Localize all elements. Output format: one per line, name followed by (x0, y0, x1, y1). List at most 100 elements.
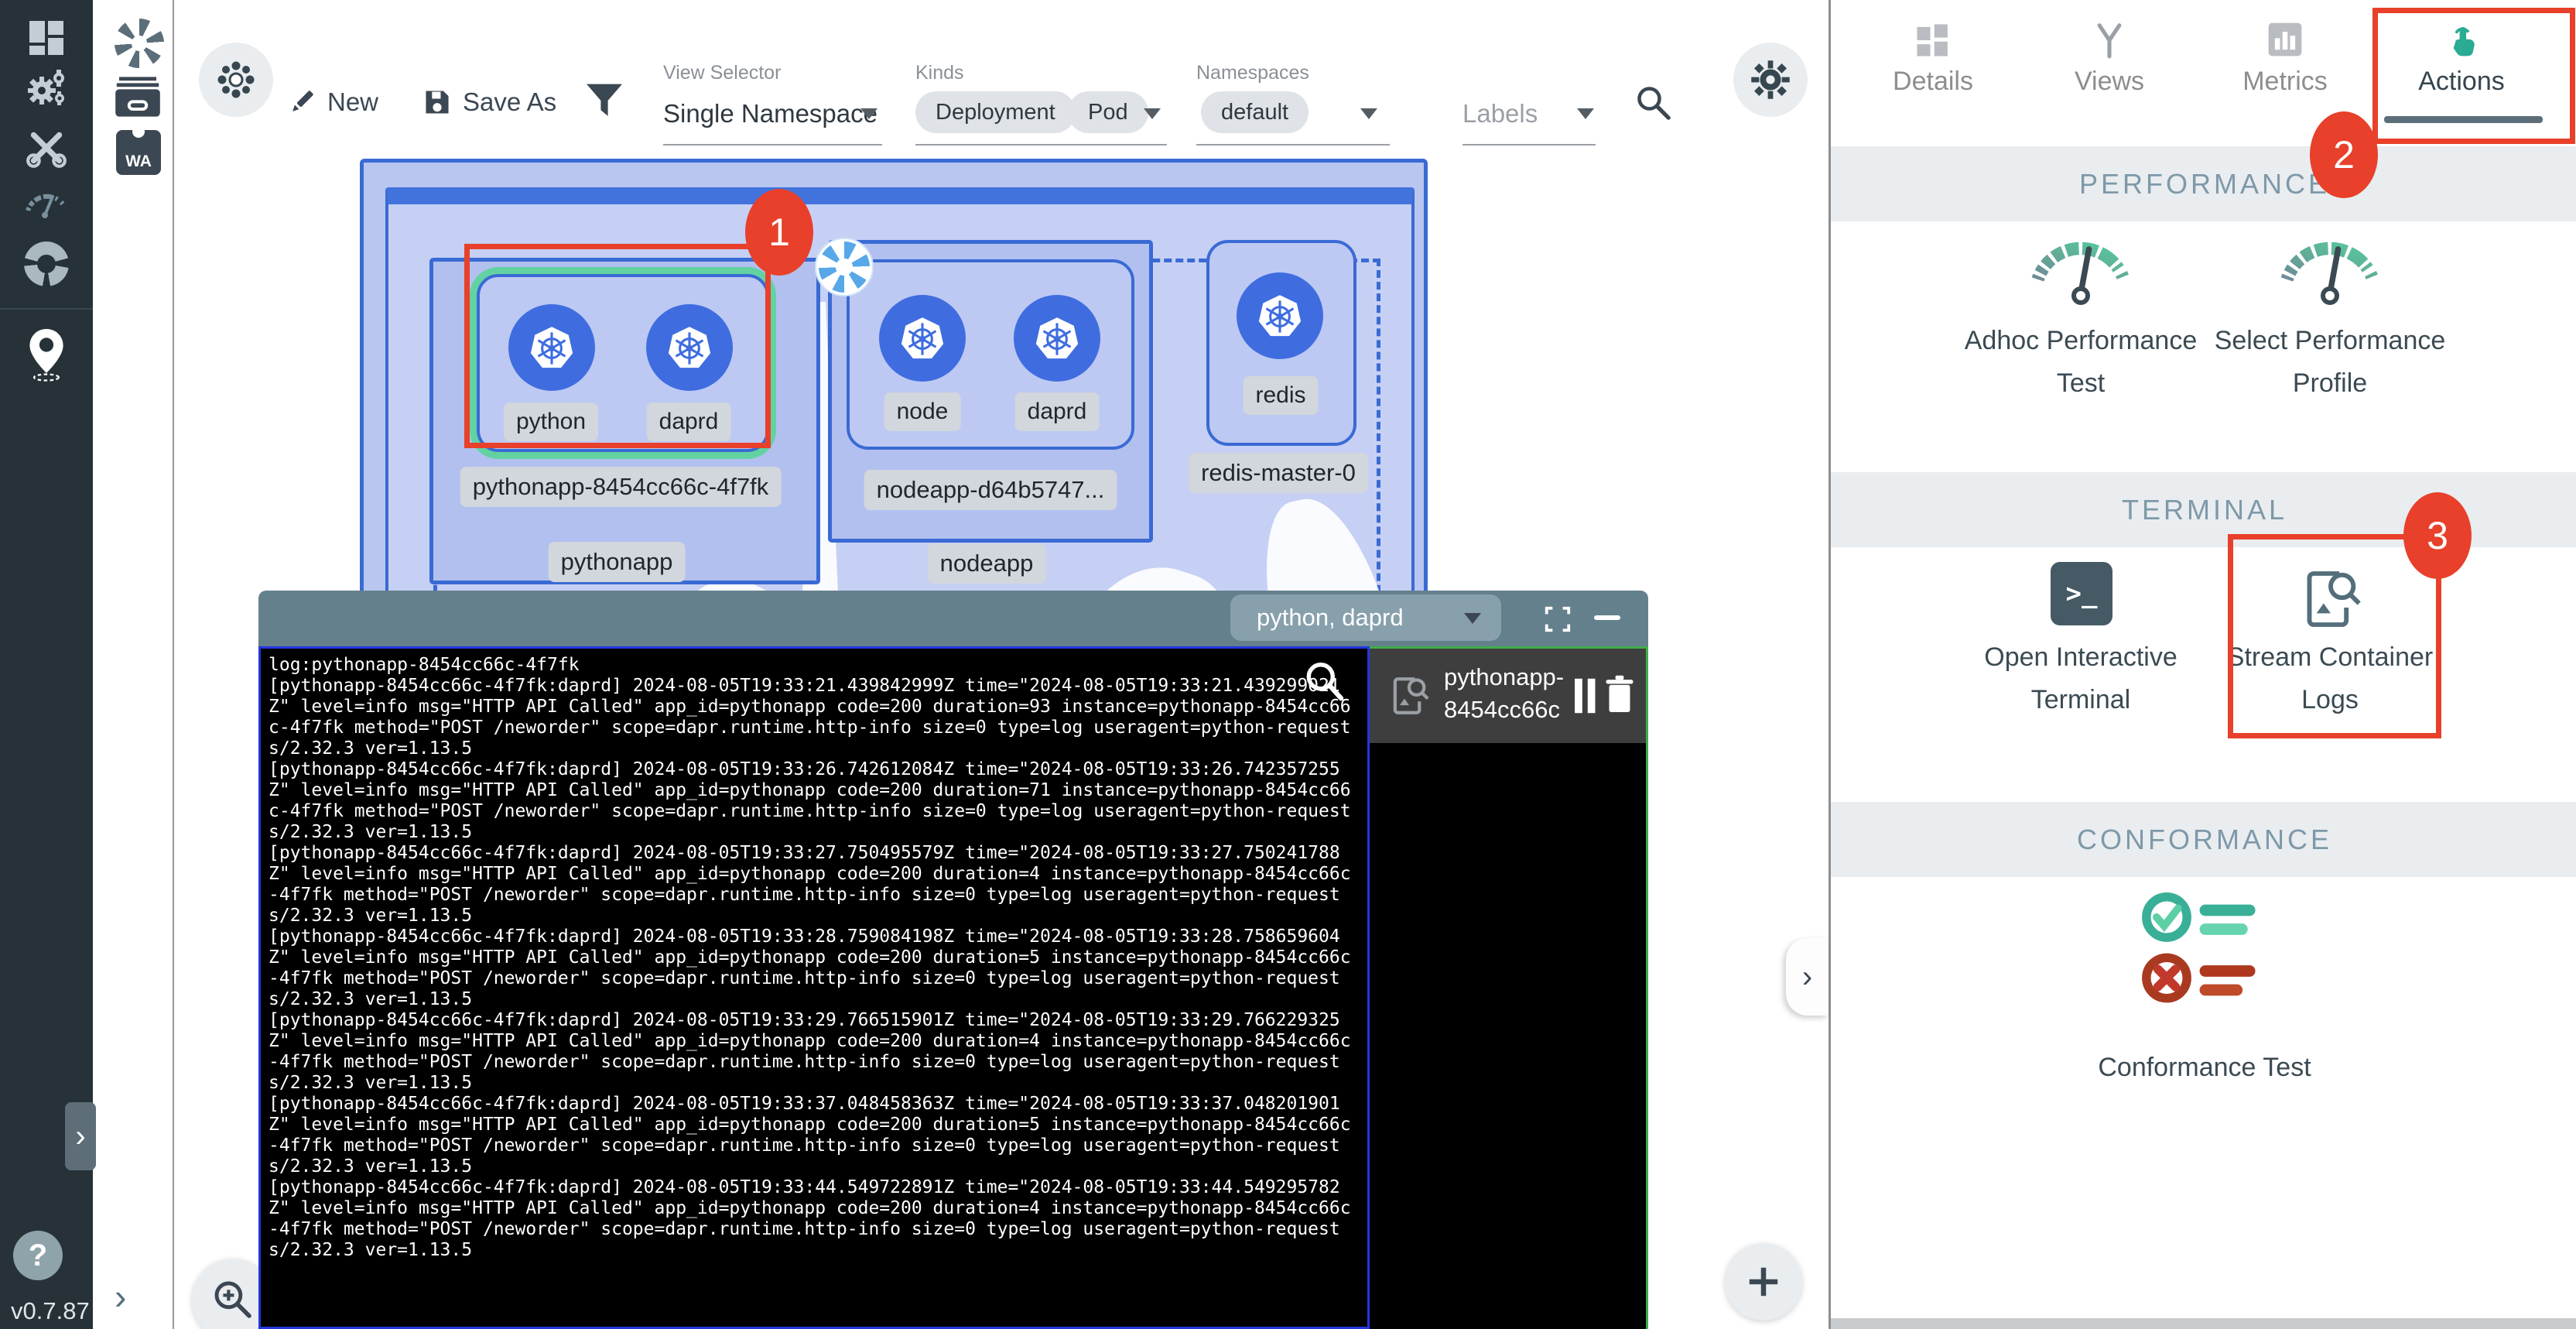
log-entry: [pythonapp-8454cc66c-4f7fk:daprd] 2024-0… (269, 676, 1360, 759)
kind-chip-deployment[interactable]: Deployment (915, 91, 1076, 133)
wasm-item[interactable]: WA (116, 130, 161, 175)
sidebar-item-mesh[interactable] (0, 237, 93, 291)
search-button[interactable] (1634, 84, 1675, 128)
log-entry: [pythonapp-8454cc66c-4f7fk:daprd] 2024-0… (269, 1177, 1360, 1261)
add-node-button[interactable] (1725, 1243, 1802, 1320)
chevron-down-icon[interactable] (860, 108, 877, 119)
metrics-bars-icon (2267, 22, 2303, 57)
labels-underline (1462, 144, 1596, 146)
conformance-test-button[interactable] (2139, 886, 2278, 1018)
kubernetes-icon (1254, 290, 1305, 341)
secondary-expand-chevron[interactable]: › (115, 1276, 126, 1317)
pinwheel-logo-icon[interactable] (115, 19, 164, 68)
chevron-down-icon[interactable] (1360, 108, 1377, 119)
select-performance-profile-label[interactable]: Select Performance Profile (2215, 320, 2446, 405)
dapr-app-button[interactable] (199, 43, 273, 117)
label-line: Adhoc Performance (1965, 320, 2198, 362)
save-as-button[interactable]: Save As (418, 87, 561, 118)
container-selector[interactable]: python, daprd (1230, 594, 1501, 641)
settings-button[interactable] (1733, 43, 1808, 117)
trash-icon (1602, 673, 1637, 715)
stream-logs-icon (1387, 673, 1432, 718)
deployment-nodeapp[interactable]: node daprd nodeapp-d64b5747... (828, 240, 1153, 543)
pod-nodeapp[interactable]: node daprd (847, 259, 1134, 450)
stream-item-name-line2: 8454cc66c (1444, 694, 1564, 726)
tab-label: Metrics (2208, 67, 2362, 97)
tab-views[interactable]: Views (2032, 0, 2187, 132)
open-interactive-terminal-label[interactable]: Open Interactive Terminal (1984, 636, 2177, 721)
sidebar-item-kanvas[interactable] (0, 324, 93, 385)
pod-label: redis-master-0 (1189, 453, 1368, 493)
panel-scrollbar[interactable] (1831, 1318, 2576, 1329)
conformance-section-header: CONFORMANCE (1831, 802, 2576, 877)
annotation-badge-2: 2 (2310, 111, 2378, 198)
container-redis[interactable] (1237, 272, 1323, 359)
pod-label: nodeapp-d64b5747... (864, 470, 1117, 510)
sidebar-item-tools[interactable] (0, 122, 93, 173)
magnifier-icon[interactable] (1302, 659, 1350, 707)
dapr-swirl-icon (815, 238, 874, 296)
details-grid-icon (1914, 22, 1952, 59)
namespaces-label: Namespaces (1196, 62, 1309, 84)
collapse-panel-button[interactable]: › (1786, 938, 1829, 1016)
log-entry: [pythonapp-8454cc66c-4f7fk:daprd] 2024-0… (269, 1010, 1360, 1094)
terminal-header[interactable]: python, daprd (258, 591, 1648, 646)
deployment-label: nodeapp (928, 543, 1046, 584)
label-line: Profile (2215, 362, 2446, 405)
filter-button[interactable] (584, 81, 624, 124)
conformance-test-label[interactable]: Conformance Test (2098, 1046, 2311, 1089)
container-node[interactable] (879, 295, 966, 382)
adhoc-performance-button[interactable] (2023, 226, 2139, 313)
details-panel: Details Views Metrics (1829, 0, 2576, 1329)
tab-label: Views (2032, 67, 2187, 97)
deployment-label: pythonapp (549, 542, 686, 582)
gauge-icon (2023, 226, 2139, 310)
container-label: daprd (1015, 392, 1100, 431)
pause-stream-button[interactable] (1572, 676, 1599, 719)
tab-label: Details (1856, 67, 2010, 97)
namespace-chip-default[interactable]: default (1201, 91, 1309, 133)
log-entry: [pythonapp-8454cc66c-4f7fk:daprd] 2024-0… (269, 927, 1360, 1010)
stream-list-item[interactable]: pythonapp- 8454cc66c (1370, 649, 1646, 743)
floppy-icon (422, 87, 452, 117)
log-output[interactable]: log:pythonapp-8454cc66c-4f7fk [pythonapp… (258, 646, 1370, 1329)
select-performance-profile-button[interactable] (2272, 226, 2388, 313)
new-button-label: New (327, 87, 378, 117)
container-daprd[interactable] (1014, 295, 1100, 382)
container-selector-value: python, daprd (1257, 604, 1404, 632)
view-selector-select[interactable]: Single Namespace (663, 99, 877, 128)
zoom-in-icon (211, 1278, 255, 1321)
chevron-down-icon[interactable] (1577, 108, 1594, 119)
delete-stream-button[interactable] (1602, 673, 1637, 719)
namespaces-underline (1196, 144, 1390, 146)
stream-item-name-line1: pythonapp- (1444, 661, 1564, 694)
dashboard-icon (25, 16, 68, 60)
log-header-line: log:pythonapp-8454cc66c-4f7fk (269, 655, 1360, 676)
sidebar-item-settings[interactable] (0, 63, 93, 115)
annotation-box-3 (2228, 534, 2441, 738)
tab-details[interactable]: Details (1856, 0, 2010, 132)
kind-chip-pod[interactable]: Pod (1068, 91, 1148, 133)
view-selector-underline (663, 144, 882, 146)
app-root: python daprd pythonapp-8454cc66c-4f7fk p… (0, 0, 2576, 1329)
label-line: Terminal (1984, 679, 2177, 721)
fullscreen-icon[interactable] (1543, 605, 1572, 634)
annotation-box-1 (464, 244, 771, 448)
sidebar-expand-button[interactable]: › (65, 1102, 96, 1170)
help-button[interactable]: ? (13, 1231, 63, 1280)
container-label: node (884, 392, 961, 431)
chevron-down-icon[interactable] (1144, 108, 1161, 119)
minimize-icon[interactable] (1594, 615, 1620, 620)
adhoc-performance-label[interactable]: Adhoc Performance Test (1965, 320, 2198, 405)
sidebar-item-dashboard[interactable] (0, 11, 93, 65)
labels-select[interactable]: Labels (1462, 99, 1538, 128)
chevron-down-icon (1464, 613, 1481, 624)
archive-item[interactable] (113, 74, 162, 123)
sidebar-item-performance[interactable] (0, 180, 93, 223)
gear-icon (1750, 59, 1791, 101)
sidebar-divider (0, 308, 93, 310)
new-button[interactable]: New (282, 87, 383, 118)
kinds-underline (915, 144, 1167, 146)
terminal-prompt-icon[interactable]: >_ (2051, 562, 2112, 625)
pod-redis[interactable]: redis (1206, 240, 1356, 446)
